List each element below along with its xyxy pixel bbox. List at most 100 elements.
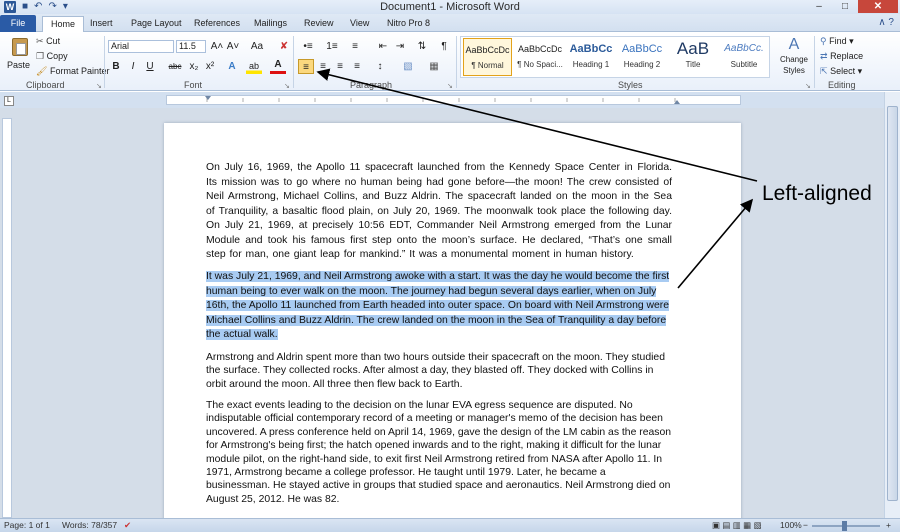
align-center-button[interactable]: ≡ [315, 59, 331, 74]
title-bar: W ■ ↶ ↷ ▾ Document1 - Microsoft Word – □… [0, 0, 900, 14]
minimize-button[interactable]: – [806, 0, 832, 13]
style-sample: AaB [676, 39, 710, 58]
style-name: Subtitle [730, 60, 758, 69]
grow-font-button[interactable]: A˄ [209, 39, 225, 54]
status-bar: Page: 1 of 1 Words: 78/357 ✔ ▣ ▤ ▥ ▦ ▧ 1… [0, 518, 900, 532]
styles-group-label: Styles [618, 80, 643, 90]
bullets-button[interactable]: •≡ [298, 39, 318, 54]
select-cursor-icon: ⇱ [820, 66, 828, 76]
select-button[interactable]: ⇱ Select ▾ [820, 66, 862, 77]
horizontal-ruler[interactable] [166, 95, 741, 105]
paragraph-4[interactable]: The exact events leading to the decision… [206, 399, 672, 506]
style-heading-2[interactable]: AaBbCc Heading 2 [617, 38, 667, 76]
strikethrough-button[interactable]: abc [165, 59, 185, 74]
style-name: Title [685, 60, 701, 69]
paragraph-2-selected[interactable]: It was July 21, 1969, and Neil Armstrong… [206, 270, 672, 343]
style-name: Heading 2 [623, 60, 661, 69]
tab-insert[interactable]: Insert [90, 16, 113, 32]
word-count[interactable]: Words: 78/357 [62, 519, 117, 532]
tab-selector-button[interactable]: L [4, 96, 14, 106]
zoom-level[interactable]: 100% [780, 519, 802, 532]
document-page[interactable]: On July 16, 1969, the Apollo 11 spacecra… [164, 123, 741, 523]
change-case-button[interactable]: Aa [248, 39, 266, 54]
highlight-button[interactable]: ab [246, 59, 262, 74]
scrollbar-thumb[interactable] [887, 106, 898, 501]
styles-dialog-launcher-icon[interactable]: ↘ [805, 82, 811, 90]
paste-icon [12, 38, 28, 56]
style-no-spacing[interactable]: AaBbCcDc ¶ No Spaci... [515, 38, 565, 76]
format-painter-button[interactable]: 🖌 Format Painter [36, 66, 109, 77]
find-button[interactable]: ⚲ Find ▾ [820, 36, 854, 47]
align-right-button[interactable]: ≡ [332, 59, 348, 74]
style-normal[interactable]: AaBbCcDc ¶ Normal [463, 38, 512, 76]
proofing-icon[interactable]: ✔ [124, 519, 131, 532]
vertical-ruler [2, 118, 12, 518]
styles-gallery: AaBbCcDc ¶ Normal AaBbCcDc ¶ No Spaci...… [460, 36, 770, 78]
style-title[interactable]: AaB Title [668, 38, 718, 76]
underline-button[interactable]: U [142, 59, 158, 74]
show-marks-button[interactable]: ¶ [436, 39, 452, 54]
line-spacing-button[interactable]: ↕ [372, 59, 388, 74]
tab-view[interactable]: View [350, 16, 369, 32]
tab-home[interactable]: Home [42, 16, 85, 32]
decrease-indent-button[interactable]: ⇤ [375, 39, 391, 54]
sort-button[interactable]: ⇅ [414, 39, 430, 54]
text-effects-button[interactable]: A [224, 59, 240, 74]
paste-button[interactable]: Paste [4, 34, 30, 76]
font-dialog-launcher-icon[interactable]: ↘ [284, 82, 290, 90]
paragraph-dialog-launcher-icon[interactable]: ↘ [447, 82, 453, 90]
vertical-scrollbar[interactable] [884, 92, 900, 518]
clipboard-dialog-launcher-icon[interactable]: ↘ [96, 82, 102, 90]
style-heading-1[interactable]: AaBbCc Heading 1 [566, 38, 616, 76]
close-button[interactable]: ✕ [858, 0, 898, 13]
change-styles-label: Change Styles [779, 55, 809, 75]
style-sample: AaBbCc [569, 43, 613, 55]
borders-button[interactable]: ▦ [426, 59, 442, 74]
bold-button[interactable]: B [108, 59, 124, 74]
superscript-button[interactable]: x² [202, 59, 218, 74]
copy-button[interactable]: ❐ Copy [36, 51, 68, 62]
font-color-button[interactable]: A [270, 59, 286, 74]
subscript-button[interactable]: x₂ [186, 59, 202, 74]
zoom-slider-thumb[interactable] [842, 521, 847, 531]
zoom-out-button[interactable]: − [803, 519, 808, 532]
paragraph-1[interactable]: On July 16, 1969, the Apollo 11 spacecra… [206, 161, 672, 263]
style-subtitle[interactable]: AaBbCc. Subtitle [719, 38, 769, 76]
page-count[interactable]: Page: 1 of 1 [4, 519, 50, 532]
paragraph-3[interactable]: Armstrong and Aldrin spent more than two… [206, 351, 672, 391]
font-family-select[interactable]: Arial [108, 40, 174, 53]
find-label: Find [829, 36, 847, 46]
ruler-ticks [205, 96, 680, 104]
ribbon-help-icon[interactable]: ∧ ? [878, 17, 894, 28]
group-divider [814, 36, 815, 88]
tab-file[interactable]: File [0, 15, 36, 32]
replace-button[interactable]: ⇄ Replace [820, 51, 863, 62]
zoom-in-button[interactable]: + [886, 519, 891, 532]
shrink-font-button[interactable]: A˅ [225, 39, 241, 54]
shading-button[interactable]: ▧ [400, 59, 416, 74]
maximize-button[interactable]: □ [832, 0, 858, 13]
clipboard-group-label: Clipboard [26, 80, 65, 90]
clear-formatting-button[interactable]: ✘ [276, 39, 292, 54]
view-buttons[interactable]: ▣ ▤ ▥ ▦ ▧ [712, 519, 762, 532]
increase-indent-button[interactable]: ⇥ [392, 39, 408, 54]
tab-nitro-pro[interactable]: Nitro Pro 8 [387, 16, 430, 32]
change-styles-button[interactable]: A Change Styles [777, 36, 811, 80]
tab-review[interactable]: Review [304, 16, 334, 32]
binoculars-icon: ⚲ [820, 36, 827, 46]
tab-references[interactable]: References [194, 16, 240, 32]
style-name: Heading 1 [572, 60, 610, 69]
paragraph-group-label: Paragraph [350, 80, 393, 90]
align-left-button[interactable]: ≡ [298, 59, 314, 74]
paste-label: Paste [7, 60, 31, 70]
style-name: ¶ No Spaci... [517, 60, 563, 69]
numbering-button[interactable]: 1≡ [322, 39, 342, 54]
font-size-select[interactable]: 11.5 [176, 40, 206, 53]
cut-button[interactable]: ✂ Cut [36, 36, 60, 47]
tab-page-layout[interactable]: Page Layout [131, 16, 182, 32]
multilevel-list-button[interactable]: ≡ [347, 39, 363, 54]
selection-highlight: It was July 21, 1969, and Neil Armstrong… [206, 271, 670, 340]
tab-mailings[interactable]: Mailings [254, 16, 287, 32]
italic-button[interactable]: I [125, 59, 141, 74]
justify-button[interactable]: ≡ [349, 59, 365, 74]
